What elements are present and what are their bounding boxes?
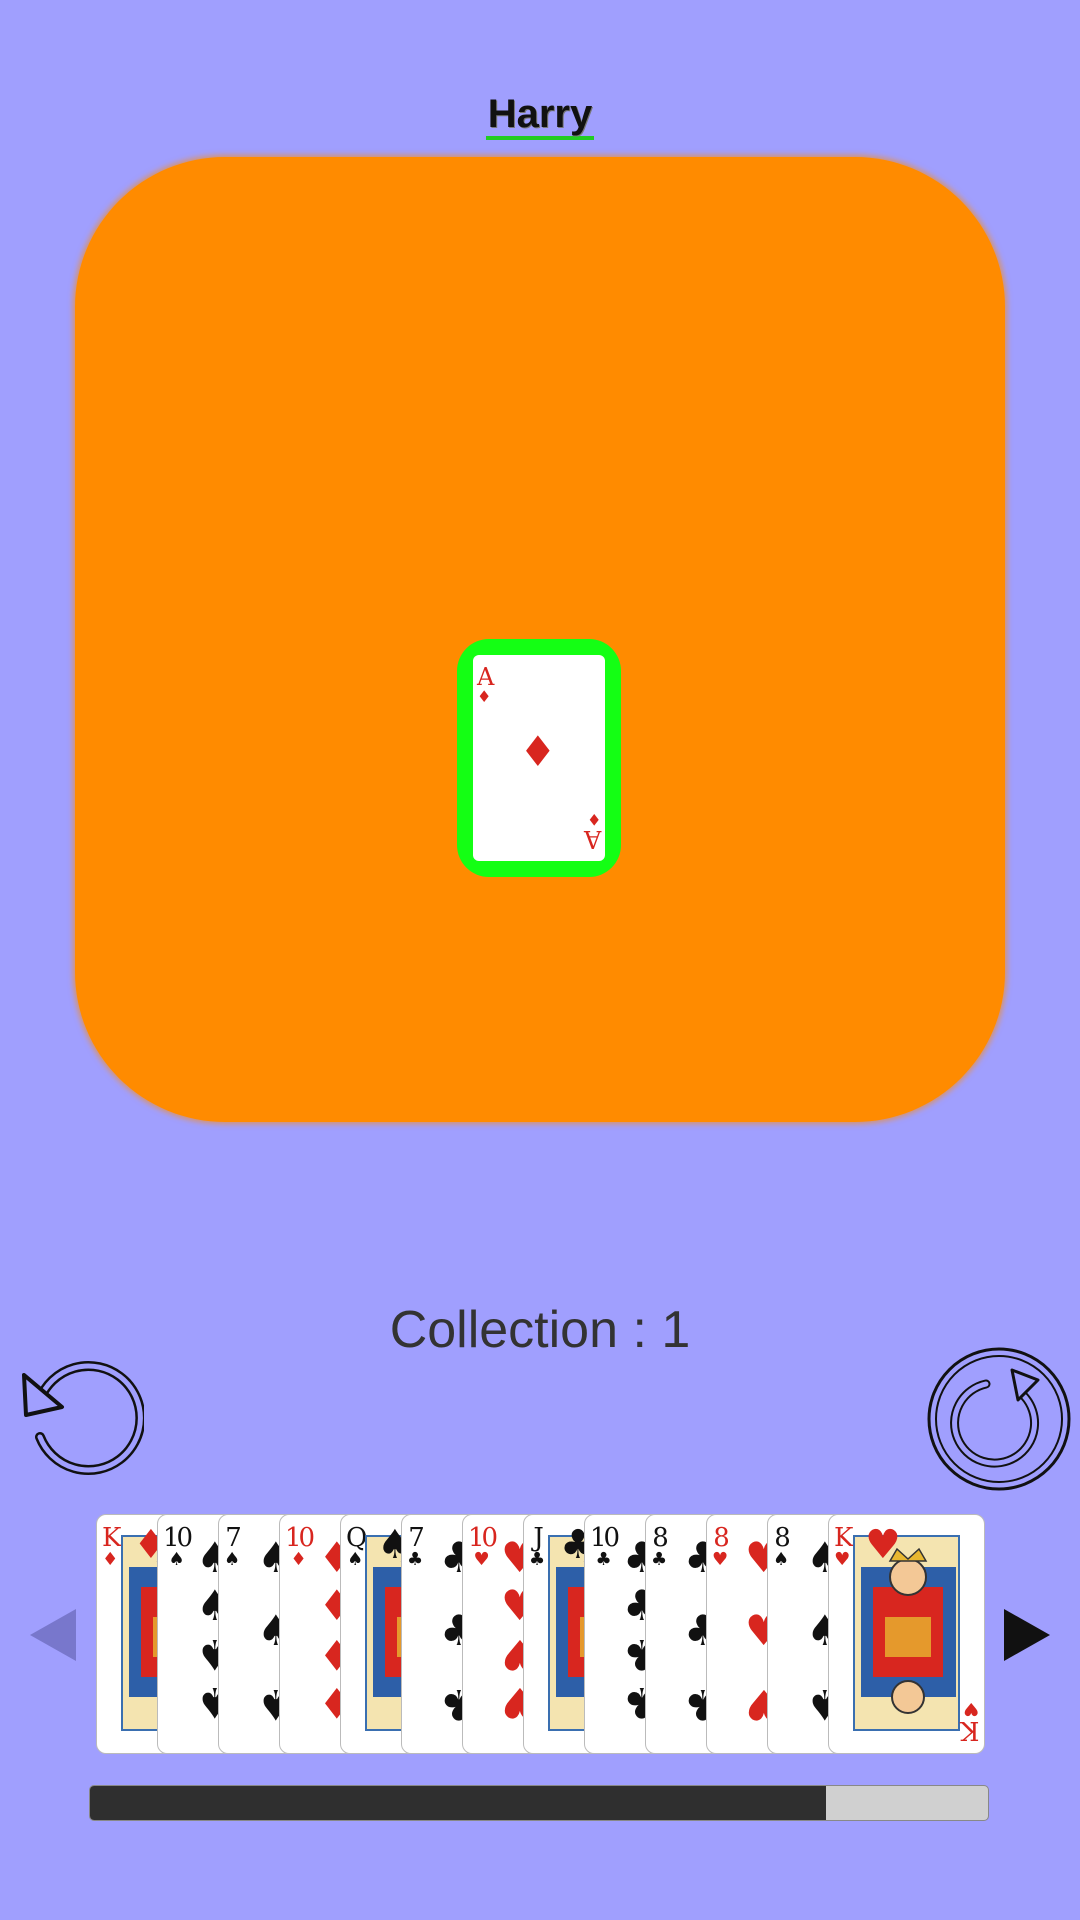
player-name: Harry xyxy=(0,92,1080,140)
card-corner-top: Q ♠ xyxy=(346,1525,367,1570)
card-corner-top: 10 ♥ xyxy=(468,1525,498,1570)
hand-card[interactable]: K ♥ ♥ K ♥ xyxy=(828,1514,985,1754)
card-corner-top: 10 ♣ xyxy=(590,1525,620,1570)
card-suit-small: ♦ xyxy=(477,687,492,706)
undo-arrow-icon xyxy=(22,1361,146,1475)
card-suit-small: ♥ xyxy=(962,1698,979,1719)
card-corner-top: K ♦ xyxy=(102,1525,122,1570)
progress-bar xyxy=(89,1785,989,1821)
card-suit-small: ♥ xyxy=(473,1549,490,1570)
card-corner-top: 8 ♥ xyxy=(712,1525,730,1570)
player-hand: K ♦ ♦ 10 ♠ ♠ ♠ ♠ ♠ 7 ♠ ♠ ♠ ♠ 10 ♦ ♦ ♦ ♦ ♦ Q ♠ ♠ 7 ♣ ♣ ♣ ♣ 10 ♥ ♥ ♥ ♥ ♥ J ♣ ♣… xyxy=(96,1514,986,1754)
previous-card-button[interactable] xyxy=(26,1605,80,1665)
card-suit-small: ♠ xyxy=(347,1549,364,1570)
player-name-label: Harry xyxy=(485,92,595,140)
undo-button[interactable] xyxy=(18,1355,146,1481)
card-suit-small: ♥ xyxy=(712,1549,729,1570)
card-corner-top: 10 ♦ xyxy=(285,1525,315,1570)
card-corner-top: 10 ♠ xyxy=(163,1525,193,1570)
collection-count: Collection : 1 xyxy=(389,1301,691,1359)
card-suit-small: ♠ xyxy=(168,1549,185,1570)
card-suit-small: ♠ xyxy=(773,1549,790,1570)
card-corner-top: 8 ♣ xyxy=(651,1525,669,1570)
card-suit-small: ♣ xyxy=(407,1549,424,1570)
card-suit-small: ♦ xyxy=(290,1549,307,1570)
card-corner-bottom: A ♦ xyxy=(586,810,601,853)
redo-circle-icon xyxy=(927,1347,1071,1491)
redo-button[interactable] xyxy=(926,1346,1072,1492)
card-corner-top: J ♣ xyxy=(529,1525,545,1569)
card-suit-small: ♠ xyxy=(224,1549,241,1570)
card-center-pip: ♦ xyxy=(519,727,557,776)
card-corner-top: 8 ♠ xyxy=(773,1525,791,1570)
card-suit-pip: ♥ xyxy=(865,1522,901,1568)
card-suit-small: ♣ xyxy=(651,1549,668,1570)
triangle-right-icon xyxy=(1004,1609,1050,1661)
card-suit-small: ♥ xyxy=(834,1549,851,1570)
card-suit-small: ♦ xyxy=(102,1549,119,1570)
card-suit-small: ♣ xyxy=(595,1549,612,1570)
triangle-left-icon xyxy=(30,1609,76,1661)
card-rank: K xyxy=(962,1715,979,1745)
played-card[interactable]: A ♦ ♦ A ♦ xyxy=(473,655,605,861)
card-corner-top: K ♥ xyxy=(834,1525,854,1570)
card-corner-top: A ♦ xyxy=(477,665,494,706)
card-corner-bottom: K ♥ xyxy=(962,1698,979,1745)
card-suit-small: ♦ xyxy=(586,810,601,829)
card-suit-small: ♣ xyxy=(529,1549,546,1570)
progress-fill xyxy=(90,1786,827,1820)
card-corner-top: 7 ♠ xyxy=(224,1525,242,1570)
card-corner-top: 7 ♣ xyxy=(407,1525,425,1570)
played-card-highlight[interactable]: A ♦ ♦ A ♦ xyxy=(457,639,621,877)
next-card-button[interactable] xyxy=(1000,1605,1054,1665)
card-rank: A xyxy=(586,825,601,853)
